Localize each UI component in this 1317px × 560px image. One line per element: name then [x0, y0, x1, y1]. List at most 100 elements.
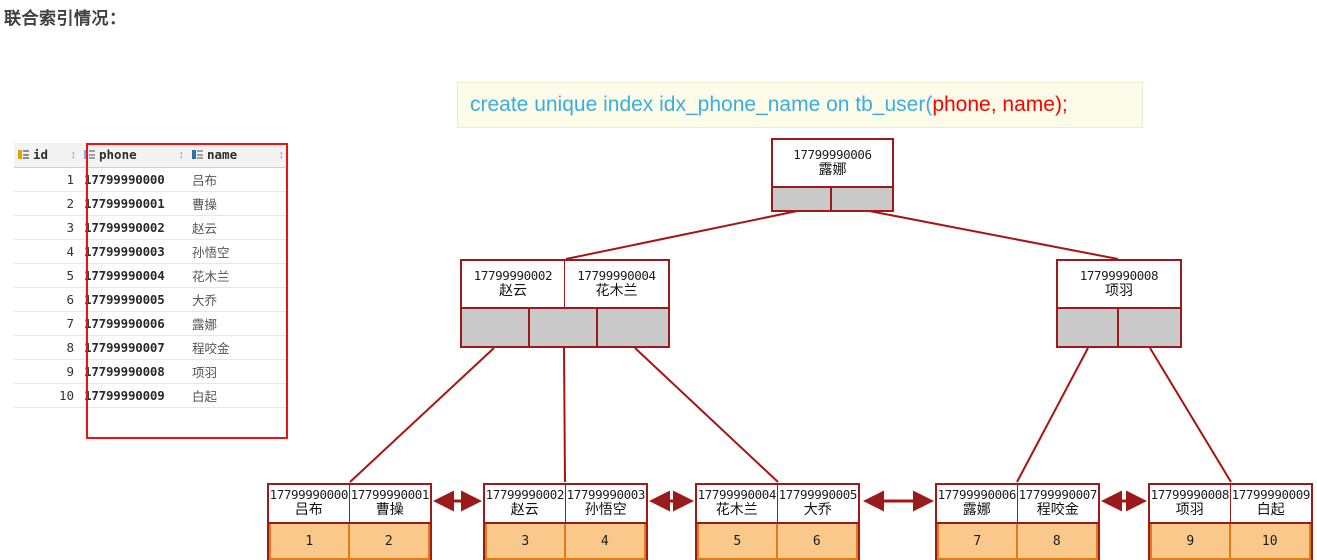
- cell-phone[interactable]: 17799990001: [80, 191, 188, 216]
- tree-internal-node-left[interactable]: 17799990002 赵云 17799990004 花木兰: [460, 259, 670, 348]
- cell-name[interactable]: 花木兰: [188, 263, 288, 288]
- sort-indicator-id[interactable]: ↕: [71, 149, 77, 161]
- leaf-value-cell[interactable]: 1: [269, 524, 350, 560]
- column-header-id[interactable]: id ↕: [14, 143, 80, 168]
- leaf-key-cell: 17799990005 大乔: [777, 485, 858, 522]
- cell-name[interactable]: 露娜: [188, 311, 288, 336]
- leaf-key-phone: 17799990004: [697, 487, 777, 502]
- cell-id[interactable]: 10: [14, 383, 80, 408]
- cell-phone[interactable]: 17799990007: [80, 335, 188, 360]
- cell-name[interactable]: 孙悟空: [188, 239, 288, 264]
- leaf-value-cell[interactable]: 2: [349, 524, 430, 560]
- table-row[interactable]: 9 17799990008 项羽: [14, 359, 288, 384]
- cell-phone[interactable]: 17799990004: [80, 263, 188, 288]
- cell-id[interactable]: 9: [14, 359, 80, 384]
- internal-right-pointer-cell[interactable]: [1058, 309, 1119, 346]
- leaf-key-phone: 17799990002: [485, 487, 565, 502]
- internal-right-pointer-cell[interactable]: [1119, 309, 1180, 346]
- tree-leaf-node[interactable]: 17799990004 花木兰 17799990005 大乔 5 6: [695, 483, 860, 560]
- cell-name[interactable]: 吕布: [188, 167, 288, 192]
- cell-phone[interactable]: 17799990009: [80, 383, 188, 408]
- tree-leaf-node[interactable]: 17799990000 吕布 17799990001 曹操 1 2: [267, 483, 432, 560]
- leaf-key-phone: 17799990006: [937, 487, 1017, 502]
- leaf-value-cell[interactable]: 7: [937, 524, 1018, 560]
- cell-name[interactable]: 大乔: [188, 287, 288, 312]
- table-row[interactable]: 4 17799990003 孙悟空: [14, 239, 288, 264]
- leaf-value-cell[interactable]: 10: [1230, 524, 1311, 560]
- result-grid[interactable]: id ↕ phone ↕ name ↕ 1 17799990000 吕布 2 1…: [14, 143, 288, 408]
- leaf-value-cell[interactable]: 3: [485, 524, 566, 560]
- table-row[interactable]: 6 17799990005 大乔: [14, 287, 288, 312]
- cell-phone[interactable]: 17799990000: [80, 167, 188, 192]
- internal-left-key-name: 花木兰: [595, 282, 638, 299]
- leaf-value-row: 9 10: [1150, 522, 1311, 560]
- cell-id[interactable]: 2: [14, 191, 80, 216]
- leaf-key-cell: 17799990003 孙悟空: [565, 485, 646, 522]
- internal-left-pointer-cell[interactable]: [598, 309, 668, 346]
- cell-id[interactable]: 8: [14, 335, 80, 360]
- cell-id[interactable]: 6: [14, 287, 80, 312]
- leaf-value-cell[interactable]: 4: [565, 524, 646, 560]
- tree-leaf-node[interactable]: 17799990006 露娜 17799990007 程咬金 7 8: [935, 483, 1100, 560]
- root-pointer-cell[interactable]: [773, 188, 832, 210]
- cell-phone[interactable]: 17799990003: [80, 239, 188, 264]
- table-row[interactable]: 5 17799990004 花木兰: [14, 263, 288, 288]
- leaf-value-cell[interactable]: 8: [1017, 524, 1098, 560]
- column-header-id-label: id: [33, 147, 49, 163]
- table-row[interactable]: 10 17799990009 白起: [14, 383, 288, 408]
- internal-left-key-cell: 17799990002 赵云: [462, 261, 565, 307]
- table-row[interactable]: 1 17799990000 吕布: [14, 167, 288, 192]
- cell-phone[interactable]: 17799990002: [80, 215, 188, 240]
- leaf-value-row: 12: [269, 522, 430, 560]
- leaf-key-row: 17799990000 吕布 17799990001 曹操: [269, 485, 430, 522]
- leaf-key-row: 17799990006 露娜 17799990007 程咬金: [937, 485, 1098, 522]
- sort-indicator-name[interactable]: ↕: [279, 149, 285, 161]
- leaf-value-cell[interactable]: 5: [697, 524, 778, 560]
- table-row[interactable]: 2 17799990001 曹操: [14, 191, 288, 216]
- leaf-key-cell: 17799990006 露娜: [937, 485, 1018, 522]
- cell-name[interactable]: 程咬金: [188, 335, 288, 360]
- root-key-row: 17799990006 露娜: [773, 140, 892, 186]
- internal-left-key-row: 17799990002 赵云 17799990004 花木兰: [462, 261, 668, 307]
- leaf-value-cell[interactable]: 9: [1150, 524, 1231, 560]
- cell-id[interactable]: 4: [14, 239, 80, 264]
- table-row[interactable]: 3 17799990002 赵云: [14, 215, 288, 240]
- leaf-key-name: 曹操: [375, 502, 404, 518]
- internal-left-pointer-cell[interactable]: [462, 309, 530, 346]
- sort-indicator-phone[interactable]: ↕: [179, 149, 185, 161]
- tree-internal-node-right[interactable]: 17799990008 项羽: [1056, 259, 1182, 348]
- internal-right-key-name: 项羽: [1105, 282, 1133, 299]
- column-header-phone[interactable]: phone ↕: [80, 143, 188, 168]
- cell-name[interactable]: 曹操: [188, 191, 288, 216]
- cell-id[interactable]: 1: [14, 167, 80, 192]
- leaf-key-cell: 17799990001 曹操: [349, 485, 430, 522]
- tree-root-node[interactable]: 17799990006 露娜: [771, 138, 894, 212]
- internal-right-key-cell: 17799990008 项羽: [1058, 261, 1180, 307]
- table-row[interactable]: 7 17799990006 露娜: [14, 311, 288, 336]
- leaf-key-phone: 17799990008: [1150, 487, 1230, 502]
- leaf-key-name: 孙悟空: [584, 502, 627, 518]
- cell-name[interactable]: 赵云: [188, 215, 288, 240]
- table-header-row: id ↕ phone ↕ name ↕: [14, 143, 288, 168]
- leaf-key-phone: 17799990003: [566, 487, 646, 502]
- leaf-value-cell[interactable]: 6: [777, 524, 858, 560]
- tree-leaf-node[interactable]: 17799990008 项羽 17799990009 白起 9 10: [1148, 483, 1313, 560]
- leaf-key-name: 白起: [1256, 502, 1285, 518]
- tree-leaf-node[interactable]: 17799990002 赵云 17799990003 孙悟空 3 4: [483, 483, 648, 560]
- cell-id[interactable]: 5: [14, 263, 80, 288]
- column-dark-icon: [192, 149, 203, 160]
- cell-id[interactable]: 7: [14, 311, 80, 336]
- cell-name[interactable]: 白起: [188, 383, 288, 408]
- cell-id[interactable]: 3: [14, 215, 80, 240]
- leaf-key-phone: 17799990009: [1231, 487, 1311, 502]
- leaf-key-cell: 17799990007 程咬金: [1017, 485, 1098, 522]
- cell-phone[interactable]: 17799990008: [80, 359, 188, 384]
- cell-name[interactable]: 项羽: [188, 359, 288, 384]
- cell-phone[interactable]: 17799990006: [80, 311, 188, 336]
- table-row[interactable]: 8 17799990007 程咬金: [14, 335, 288, 360]
- page-title: 联合索引情况：: [4, 9, 127, 28]
- internal-left-pointer-cell[interactable]: [530, 309, 598, 346]
- root-pointer-cell[interactable]: [832, 188, 892, 210]
- cell-phone[interactable]: 17799990005: [80, 287, 188, 312]
- column-header-name[interactable]: name ↕: [188, 143, 288, 168]
